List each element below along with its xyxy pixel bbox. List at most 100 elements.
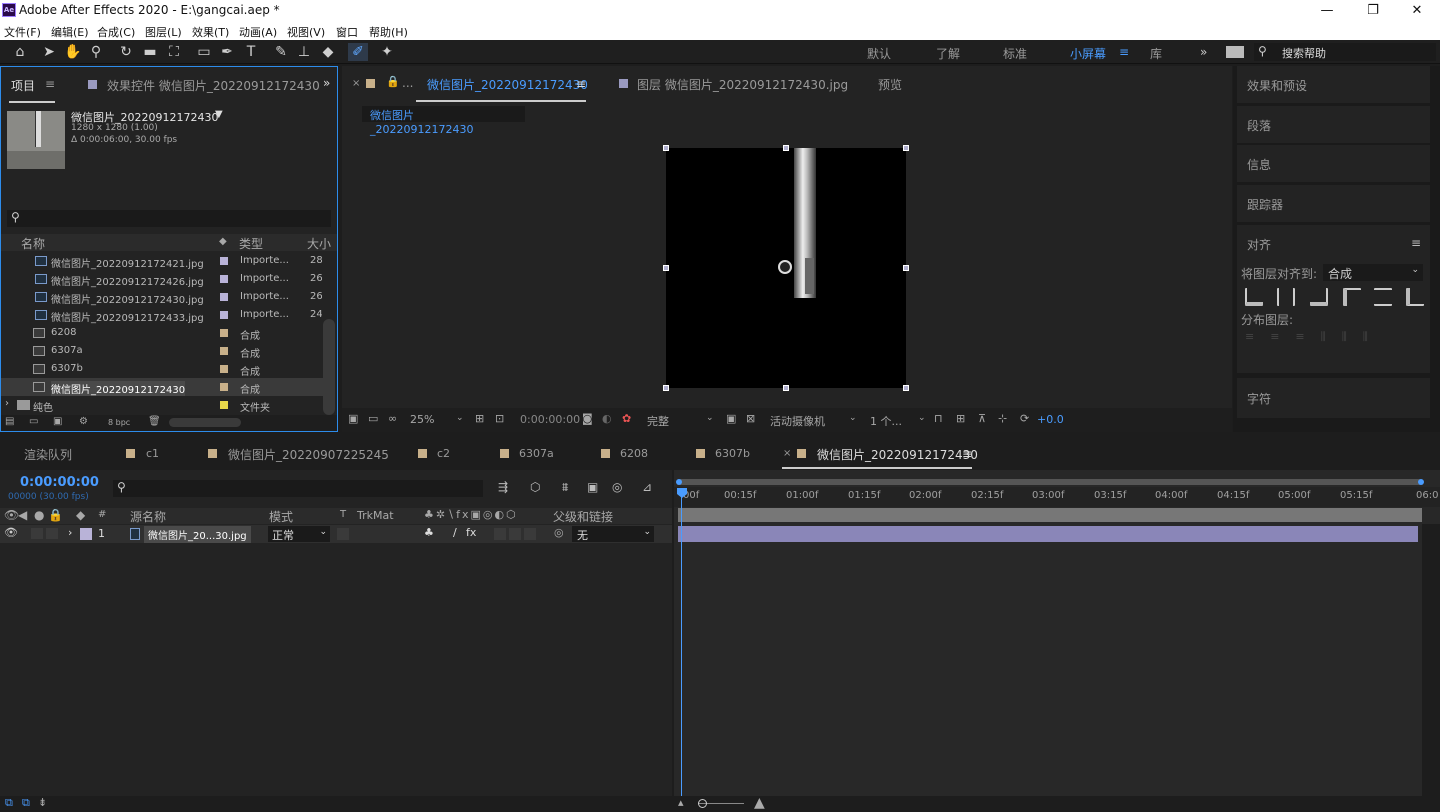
tab-6307a[interactable]: 6307a bbox=[519, 447, 554, 460]
chevron-down-icon[interactable]: ⌄ bbox=[918, 413, 926, 423]
align-left-icon[interactable] bbox=[1245, 288, 1263, 306]
vr-glasses-icon[interactable]: ∞ bbox=[388, 412, 397, 425]
draft-3d-icon[interactable]: ⬡ bbox=[530, 480, 540, 494]
expand-chevron-icon[interactable]: › bbox=[68, 526, 72, 539]
viewer-timecode[interactable]: 0:00:00:00 bbox=[520, 413, 580, 426]
exposure-value[interactable]: +0.0 bbox=[1037, 413, 1064, 426]
timeline-icon[interactable]: ⊼ bbox=[978, 412, 986, 425]
align-bottom-icon[interactable] bbox=[1406, 288, 1424, 306]
align-to-select[interactable]: 合成 ⌄ bbox=[1323, 264, 1423, 281]
delete-icon[interactable]: 🗑 bbox=[148, 416, 161, 427]
transform-handle[interactable] bbox=[663, 145, 669, 151]
monitor-icon[interactable]: ▭ bbox=[368, 412, 378, 425]
maximize-icon[interactable]: ❐ bbox=[1350, 0, 1396, 21]
tab-preview[interactable]: 预览 bbox=[878, 76, 902, 93]
tab-render-queue[interactable]: 渲染队列 bbox=[24, 446, 72, 463]
flowchart-icon[interactable]: ⊹ bbox=[998, 412, 1007, 425]
mask-visibility-icon[interactable]: ⊡ bbox=[495, 412, 504, 425]
menu-window[interactable]: 窗口 bbox=[336, 24, 358, 40]
close-tab-icon[interactable]: × bbox=[783, 448, 791, 459]
sync-settings-icon[interactable] bbox=[1226, 46, 1244, 58]
time-navigator-bar[interactable] bbox=[678, 479, 1422, 485]
shy-layers-icon[interactable]: ⩩ bbox=[562, 480, 568, 495]
more-tabs-icon[interactable]: » bbox=[323, 76, 330, 90]
resolution-select[interactable]: 完整 bbox=[647, 413, 669, 429]
breadcrumb[interactable]: 微信图片_20220912172430 bbox=[362, 106, 525, 136]
list-item[interactable]: 6307b 合成 bbox=[1, 360, 323, 378]
reset-exposure-icon[interactable]: ⟳ bbox=[1020, 412, 1029, 425]
chevron-down-icon[interactable]: ⌄ bbox=[706, 413, 714, 423]
align-vertical-center-icon[interactable] bbox=[1374, 288, 1392, 306]
preserve-transparency-toggle[interactable] bbox=[337, 528, 349, 540]
interpret-footage-icon[interactable]: ▤ bbox=[5, 416, 14, 427]
list-item[interactable]: 微信图片_20220912172426.jpgImporte...26' bbox=[1, 270, 323, 288]
chevron-down-icon[interactable]: ⌄ bbox=[456, 413, 464, 423]
tab-layer[interactable]: 图层 微信图片_20220912172430.jpg bbox=[637, 76, 848, 93]
clone-stamp-tool-icon[interactable]: ⊥ bbox=[294, 43, 314, 61]
camera-select[interactable]: 活动摄像机 bbox=[770, 413, 825, 429]
tab-menu-icon[interactable]: ≡ bbox=[45, 77, 55, 91]
selection-tool-icon[interactable]: ➤ bbox=[39, 43, 59, 61]
effect-switch-icon[interactable]: fx bbox=[466, 526, 476, 539]
workspace-learn[interactable]: 了解 bbox=[936, 45, 960, 62]
list-item-selected[interactable]: 微信图片_20220912172430 合成 bbox=[1, 378, 323, 396]
tab-6307b[interactable]: 6307b bbox=[715, 447, 750, 460]
roto-brush-tool-icon[interactable]: ✐ bbox=[348, 43, 368, 61]
transform-handle[interactable] bbox=[903, 265, 909, 271]
time-ruler[interactable]: 00f 00:15f 01:00f 01:15f 02:00f 02:15f 0… bbox=[674, 487, 1440, 507]
align-horizontal-center-icon[interactable] bbox=[1277, 288, 1295, 306]
column-trkmat[interactable]: TrkMat bbox=[357, 509, 394, 522]
panel-tracker[interactable]: 跟踪器 bbox=[1237, 185, 1430, 223]
motion-blur-toggle[interactable] bbox=[509, 528, 521, 540]
tab-active-comp[interactable]: 微信图片_20220912172430 bbox=[817, 446, 978, 463]
close-icon[interactable]: ✕ bbox=[1394, 0, 1440, 21]
distribute-icons[interactable]: ≡≡≡⫼⫼⫼ bbox=[1245, 330, 1425, 344]
type-tool-icon[interactable]: T bbox=[241, 43, 261, 61]
list-item[interactable]: 6307a 合成 bbox=[1, 342, 323, 360]
chevron-down-icon[interactable]: ⌄ bbox=[849, 413, 857, 423]
tab-6208[interactable]: 6208 bbox=[620, 447, 648, 460]
playhead-line[interactable] bbox=[681, 496, 682, 796]
visibility-column-icon[interactable]: 👁 bbox=[4, 508, 19, 522]
anchor-point-icon[interactable] bbox=[778, 260, 792, 274]
channel-icon[interactable]: ✿ bbox=[622, 412, 631, 425]
show-snapshot-icon[interactable]: ◐ bbox=[602, 412, 612, 425]
pen-tool-icon[interactable]: ✒ bbox=[217, 43, 237, 61]
menu-animation[interactable]: 动画(A) bbox=[239, 24, 277, 40]
tab-c1[interactable]: c1 bbox=[146, 447, 159, 460]
zoom-slider-thumb[interactable] bbox=[698, 799, 707, 808]
layer-label-swatch[interactable] bbox=[80, 528, 92, 540]
lock-column-icon[interactable]: 🔒 bbox=[48, 508, 63, 522]
scrollbar[interactable] bbox=[323, 319, 335, 415]
parent-select[interactable]: 无 ⌄ bbox=[572, 526, 654, 542]
menu-edit[interactable]: 编辑(E) bbox=[51, 24, 89, 40]
viewer-menu-icon[interactable]: ≡ bbox=[576, 77, 586, 91]
lock-toggle[interactable] bbox=[46, 528, 58, 539]
frame-blending-icon[interactable]: ▣ bbox=[587, 480, 598, 494]
column-name[interactable]: 名称 bbox=[21, 235, 45, 252]
label-column-icon[interactable]: ◆ bbox=[76, 508, 85, 522]
zoom-out-icon[interactable]: ▴ bbox=[678, 796, 684, 809]
transform-handle[interactable] bbox=[783, 145, 789, 151]
workspace-libraries[interactable]: 库 bbox=[1150, 45, 1162, 62]
fast-preview-icon[interactable]: ⊞ bbox=[956, 412, 965, 425]
align-top-icon[interactable] bbox=[1343, 288, 1361, 306]
menu-effect[interactable]: 效果(T) bbox=[192, 24, 229, 40]
lock-icon[interactable]: 🔒 bbox=[386, 75, 400, 88]
audio-column-icon[interactable]: ◀ bbox=[18, 508, 27, 522]
eraser-tool-icon[interactable]: ◆ bbox=[318, 43, 338, 61]
new-folder-icon[interactable]: ▭ bbox=[29, 416, 38, 427]
list-item[interactable]: 微信图片_20220912172421.jpg Importe... 28 bbox=[1, 252, 323, 270]
pan-behind-tool-icon[interactable]: ⛶ bbox=[164, 43, 184, 61]
align-right-icon[interactable] bbox=[1310, 288, 1328, 306]
brush-tool-icon[interactable]: ✎ bbox=[271, 43, 291, 61]
layer-switches-icon[interactable]: ⧉ bbox=[5, 796, 13, 810]
list-item[interactable]: 微信图片_20220912172430.jpgImporte...26' bbox=[1, 288, 323, 306]
quality-switch-icon[interactable]: ∕ bbox=[453, 526, 457, 539]
grid-guide-icon[interactable]: ⊞ bbox=[475, 412, 484, 425]
panel-info[interactable]: 信息 bbox=[1237, 145, 1430, 183]
panel-effects-presets[interactable]: 效果和预设 bbox=[1237, 66, 1430, 104]
pick-whip-icon[interactable]: ◎ bbox=[554, 526, 564, 539]
column-source-name[interactable]: 源名称 bbox=[130, 508, 166, 525]
navigator-end-handle[interactable] bbox=[1418, 479, 1424, 485]
